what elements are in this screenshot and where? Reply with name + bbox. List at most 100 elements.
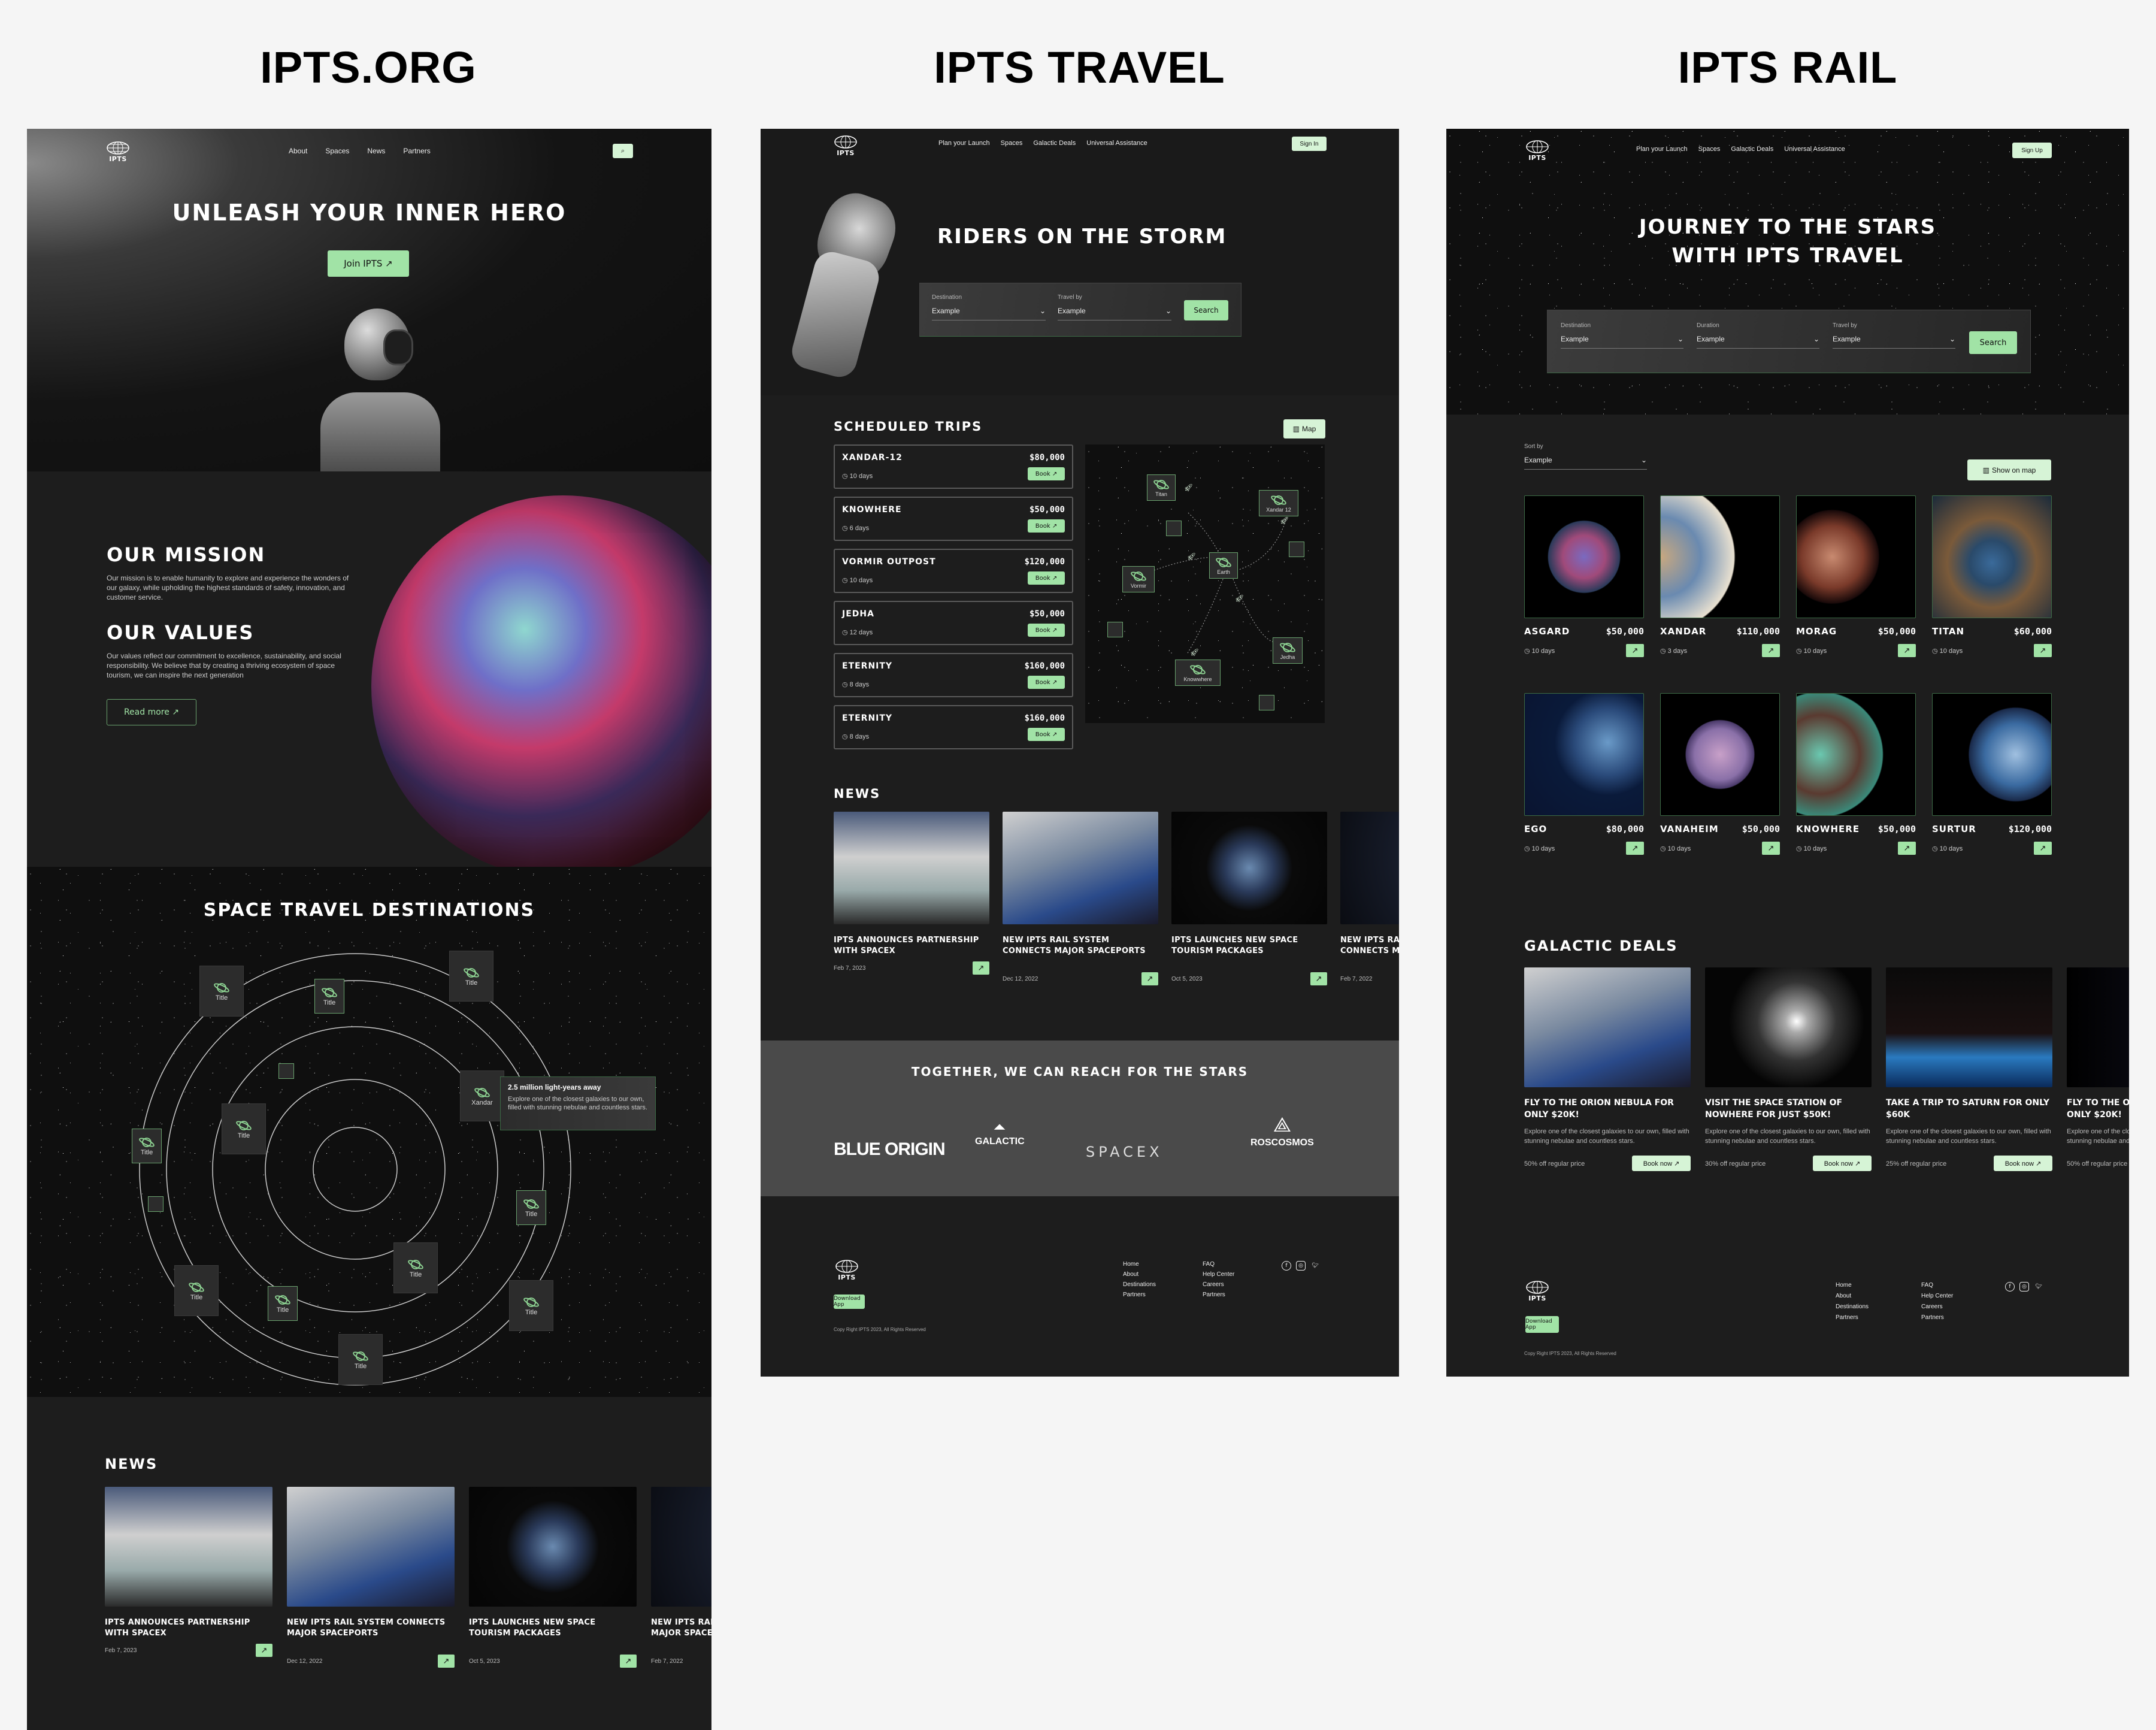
destination-node[interactable]: Title: [393, 1242, 438, 1294]
footer-link-partners[interactable]: Partners: [1836, 1314, 1921, 1321]
map-node[interactable]: Vormir: [1122, 566, 1155, 592]
news-card[interactable]: IPTS LAUNCHES NEW SPACE TOURISM PACKAGES…: [1171, 812, 1327, 1008]
read-more-button[interactable]: Read more ↗: [107, 699, 196, 725]
destination-node[interactable]: Title: [132, 1129, 162, 1163]
destination-node[interactable]: Title: [516, 1190, 546, 1225]
download-app-button[interactable]: Download App: [834, 1295, 865, 1309]
instagram-icon[interactable]: ◎: [2019, 1282, 2029, 1292]
planet-open-button[interactable]: ↗: [1626, 842, 1644, 855]
planet-open-button[interactable]: ↗: [1898, 644, 1916, 657]
twitter-icon[interactable]: 🐦︎: [1310, 1261, 1320, 1271]
show-on-map-button[interactable]: ▥ Show on map: [1967, 459, 2051, 480]
footer-link-about[interactable]: About: [1836, 1293, 1921, 1299]
news-card[interactable]: IPTS ANNOUNCES PARTNERSHIP WITH SPACEX Fe…: [105, 1487, 272, 1690]
book-button[interactable]: Book ↗: [1028, 467, 1065, 480]
ipts-logo[interactable]: IPTS: [832, 135, 859, 157]
sign-in-button[interactable]: Sign In: [1292, 137, 1327, 151]
destination-select[interactable]: Destination Example ⌄: [932, 294, 1046, 320]
nav-news[interactable]: News: [367, 147, 385, 155]
destination-node[interactable]: Title: [199, 966, 244, 1017]
footer-link-partners-2[interactable]: Partners: [1203, 1292, 1280, 1298]
footer-link-faq[interactable]: FAQ: [1921, 1282, 1999, 1289]
twitter-icon[interactable]: 🐦︎: [2034, 1282, 2043, 1292]
book-button[interactable]: Book ↗: [1028, 519, 1065, 533]
book-button[interactable]: Book ↗: [1028, 676, 1065, 689]
nav-galactic-deals[interactable]: Galactic Deals: [1731, 146, 1773, 153]
map-node[interactable]: Titan: [1147, 474, 1176, 501]
footer-link-destinations[interactable]: Destinations: [1836, 1303, 1921, 1310]
news-card[interactable]: IPTS LAUNCHES NEW SPACE TOURISM PACKAGES…: [469, 1487, 637, 1690]
map-node[interactable]: Earth: [1209, 552, 1238, 579]
planet-card[interactable]: ASGARD $50,000 ◷ 10 days ↗: [1524, 495, 1644, 663]
empty-slot[interactable]: [278, 1063, 294, 1079]
nav-galactic-deals[interactable]: Galactic Deals: [1033, 140, 1076, 147]
news-open-button[interactable]: ↗: [973, 961, 989, 975]
destination-node[interactable]: Title: [268, 1286, 298, 1321]
destination-node[interactable]: Title: [174, 1265, 219, 1317]
sort-select[interactable]: Sort by Example ⌄: [1524, 443, 1647, 470]
planet-card[interactable]: KNOWHERE $50,000 ◷ 10 days ↗: [1796, 693, 1916, 861]
news-open-button[interactable]: ↗: [620, 1655, 637, 1668]
nav-partners[interactable]: Partners: [403, 147, 430, 155]
download-app-button[interactable]: Download App: [1525, 1316, 1559, 1333]
book-button[interactable]: Book ↗: [1028, 624, 1065, 637]
planet-card[interactable]: EGO $80,000 ◷ 10 days ↗: [1524, 693, 1644, 861]
news-open-button[interactable]: ↗: [1141, 972, 1158, 985]
nav-universal-assistance[interactable]: Universal Assistance: [1086, 140, 1147, 147]
ipts-logo[interactable]: IPTS: [105, 141, 131, 163]
trip-map[interactable]: Titan Xandar 12 Earth Vormir Jedha Knowwhere 🚀…: [1085, 444, 1325, 723]
book-now-button[interactable]: Book now ↗: [1632, 1156, 1691, 1171]
ipts-logo[interactable]: IPTS: [1524, 140, 1551, 162]
destination-node[interactable]: Title: [314, 979, 344, 1014]
news-open-button[interactable]: ↗: [1310, 972, 1327, 985]
facebook-icon[interactable]: f: [2005, 1282, 2015, 1292]
news-card[interactable]: NEW IPTS RAIL SYSTEM CONNECTS MAJOR SPAC…: [1340, 812, 1399, 1008]
footer-link-faq[interactable]: FAQ: [1203, 1261, 1280, 1268]
destination-node[interactable]: Title: [222, 1103, 266, 1155]
news-open-button[interactable]: ↗: [256, 1644, 272, 1657]
footer-link-help-center[interactable]: Help Center: [1203, 1271, 1280, 1278]
facebook-icon[interactable]: f: [1282, 1261, 1291, 1271]
planet-open-button[interactable]: ↗: [1762, 644, 1780, 657]
footer-link-help-center[interactable]: Help Center: [1921, 1293, 1999, 1299]
search-button[interactable]: Search: [1969, 331, 2017, 354]
sign-up-button[interactable]: Sign Up: [2012, 143, 2052, 158]
nav-about[interactable]: About: [289, 147, 307, 155]
news-card[interactable]: NEW IPTS RAIL SYSTEM CONNECTS MAJOR SPAC…: [1003, 812, 1158, 1008]
news-card[interactable]: NEW IPTS RAIL SYSTEM CONNECTS MAJOR SPAC…: [287, 1487, 455, 1690]
planet-card[interactable]: TITAN $60,000 ◷ 10 days ↗: [1932, 495, 2052, 663]
footer-link-home[interactable]: Home: [1123, 1261, 1203, 1268]
book-button[interactable]: Book ↗: [1028, 571, 1065, 585]
destination-node[interactable]: Title: [509, 1280, 553, 1332]
planet-open-button[interactable]: ↗: [2034, 644, 2052, 657]
nav-universal-assistance[interactable]: Universal Assistance: [1784, 146, 1845, 153]
footer-link-careers[interactable]: Careers: [1203, 1281, 1280, 1288]
footer-link-partners[interactable]: Partners: [1123, 1292, 1203, 1298]
ipts-logo[interactable]: IPTS: [834, 1259, 860, 1281]
empty-slot[interactable]: [148, 1196, 163, 1212]
planet-card[interactable]: VANAHEIM $50,000 ◷ 10 days ↗: [1660, 693, 1780, 861]
map-node[interactable]: Knowwhere: [1175, 660, 1221, 686]
planet-card[interactable]: SURTUR $120,000 ◷ 10 days ↗: [1932, 693, 2052, 861]
nav-plan-launch[interactable]: Plan your Launch: [938, 140, 990, 147]
instagram-icon[interactable]: ◎: [1296, 1261, 1306, 1271]
map-node[interactable]: Jedha: [1273, 637, 1303, 664]
destination-node-xandar[interactable]: Xandar: [460, 1070, 504, 1121]
footer-link-partners-2[interactable]: Partners: [1921, 1314, 1999, 1321]
news-card[interactable]: IPTS ANNOUNCES PARTNERSHIP WITH SPACEX Fe…: [834, 812, 989, 1008]
planet-open-button[interactable]: ↗: [1762, 842, 1780, 855]
ipts-logo[interactable]: IPTS: [1524, 1280, 1551, 1302]
planet-open-button[interactable]: ↗: [1626, 644, 1644, 657]
map-node[interactable]: Xandar 12: [1259, 490, 1298, 516]
travel-by-select[interactable]: Travel by Example ⌄: [1058, 294, 1171, 320]
duration-select[interactable]: Duration Example ⌄: [1697, 322, 1819, 349]
destination-select[interactable]: Destination Example ⌄: [1561, 322, 1683, 349]
nav-spaces[interactable]: Spaces: [325, 147, 349, 155]
nav-spaces[interactable]: Spaces: [1001, 140, 1023, 147]
search-button[interactable]: Search: [1184, 300, 1228, 320]
destination-node[interactable]: Title: [449, 951, 493, 1002]
news-card[interactable]: NEW IPTS RAIL SYSTEM CONNECTS MAJOR SPAC…: [651, 1487, 711, 1690]
search-button[interactable]: ⌕: [613, 144, 633, 158]
travel-by-select[interactable]: Travel by Example ⌄: [1833, 322, 1955, 349]
planet-open-button[interactable]: ↗: [2034, 842, 2052, 855]
